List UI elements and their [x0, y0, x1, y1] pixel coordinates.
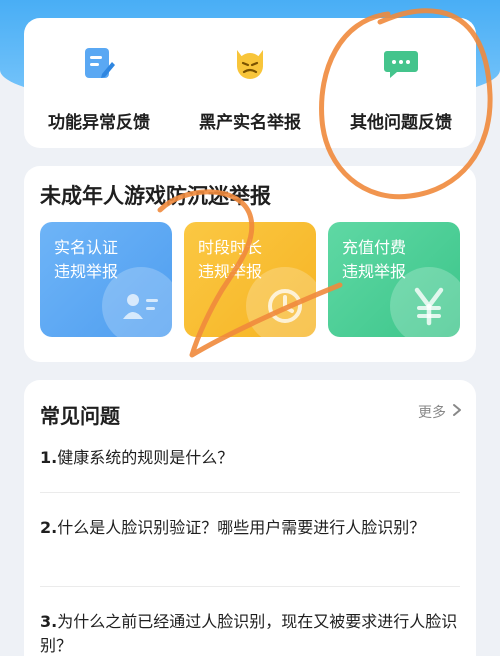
time-limit-line2: 违规举报 — [198, 262, 263, 281]
faq-item-number: 3. — [40, 612, 58, 631]
yen-icon — [390, 267, 460, 337]
feature-bug-feedback-button[interactable]: 功能异常反馈 — [24, 18, 174, 148]
faq-item-text: 健康系统的规则是什么？ — [57, 448, 234, 467]
time-limit-violation-text: 时段时长 违规举报 — [198, 236, 262, 284]
faq-item-number: 2. — [40, 518, 58, 537]
minor-report-title: 未成年人游戏防沉迷举报 — [40, 184, 271, 208]
divider — [40, 586, 460, 587]
faq-item-text: 什么是人脸识别验证？哪些用户需要进行人脸识别？ — [57, 518, 426, 537]
other-feedback-label: 其他问题反馈 — [350, 113, 452, 133]
faq-card: 常见问题 更多 1.健康系统的规则是什么？ 2.什么是人脸识别验证？哪些用户需要… — [24, 380, 476, 656]
divider — [40, 492, 460, 493]
faq-item[interactable]: 1.健康系统的规则是什么？ — [40, 446, 460, 470]
clock-icon — [246, 267, 316, 337]
devil-face-icon — [230, 44, 270, 84]
recharge-violation-text: 充值付费 违规举报 — [342, 236, 406, 284]
blackmarket-report-button[interactable]: 黑产实名举报 — [175, 18, 325, 148]
chat-bubble-icon — [381, 44, 421, 84]
id-card-icon — [102, 267, 172, 337]
faq-more-label: 更多 — [418, 405, 446, 421]
realname-violation-tile[interactable]: 实名认证 违规举报 — [40, 222, 172, 337]
faq-item-number: 1. — [40, 448, 58, 467]
faq-item-text: 为什么之前已经通过人脸识别，现在又被要求进行人脸识别？ — [40, 612, 458, 655]
faq-more-link[interactable]: 更多 — [418, 402, 462, 422]
faq-title: 常见问题 — [40, 404, 120, 428]
realname-line1: 实名认证 — [54, 238, 119, 257]
other-feedback-button[interactable]: 其他问题反馈 — [326, 18, 476, 148]
feedback-card: 功能异常反馈 黑产实名举报 其他问题反馈 — [24, 18, 476, 148]
time-limit-violation-tile[interactable]: 时段时长 违规举报 — [184, 222, 316, 337]
recharge-line1: 充值付费 — [342, 238, 407, 257]
edit-document-icon — [79, 44, 119, 84]
recharge-line2: 违规举报 — [342, 262, 407, 281]
feature-bug-feedback-label: 功能异常反馈 — [48, 113, 150, 133]
realname-violation-text: 实名认证 违规举报 — [54, 236, 118, 284]
time-limit-line1: 时段时长 — [198, 238, 263, 257]
chevron-right-icon — [452, 403, 462, 421]
faq-item[interactable]: 2.什么是人脸识别验证？哪些用户需要进行人脸识别？ — [40, 516, 460, 540]
recharge-violation-tile[interactable]: 充值付费 违规举报 — [328, 222, 460, 337]
realname-line2: 违规举报 — [54, 262, 119, 281]
minor-report-card: 未成年人游戏防沉迷举报 实名认证 违规举报 时段时长 违规举报 充值付费 违规举… — [24, 166, 476, 362]
blackmarket-report-label: 黑产实名举报 — [199, 113, 301, 133]
faq-item[interactable]: 3.为什么之前已经通过人脸识别，现在又被要求进行人脸识别？ — [40, 610, 460, 656]
